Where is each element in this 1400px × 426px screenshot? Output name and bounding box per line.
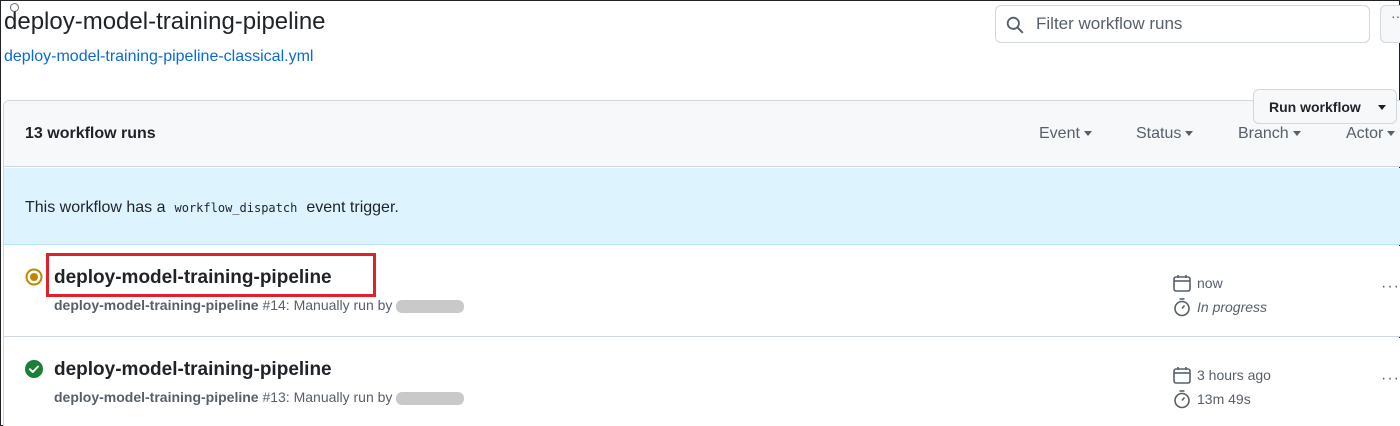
kebab-horizontal-icon: ··· xyxy=(1391,8,1400,24)
filter-runs-search[interactable] xyxy=(995,5,1370,43)
run-description: deploy-model-training-pipeline #13: Manu… xyxy=(54,389,465,405)
redacted-username xyxy=(396,299,465,313)
run-menu-button[interactable]: ··· xyxy=(1381,370,1400,388)
calendar-icon xyxy=(1173,275,1191,292)
workflow-menu-button[interactable]: ··· xyxy=(1380,5,1400,43)
redacted-username xyxy=(396,391,465,405)
workflow-file-link[interactable]: deploy-model-training-pipeline-classical… xyxy=(4,48,313,66)
caret-down-icon xyxy=(1292,131,1301,137)
event-filter-button[interactable]: Event xyxy=(1039,125,1092,143)
run-description: deploy-model-training-pipeline #14: Manu… xyxy=(54,297,465,313)
filter-runs-input[interactable] xyxy=(1036,13,1356,35)
caret-down-icon xyxy=(1083,131,1092,137)
stopwatch-icon xyxy=(1174,298,1190,317)
run-workflow-button[interactable]: Run workflow xyxy=(1253,89,1397,124)
dispatch-banner-text: This workflow has a workflow_dispatch even… xyxy=(25,199,399,216)
dispatch-banner: This workflow has a workflow_dispatch even… xyxy=(4,168,1400,245)
runs-count: 13 workflow runs xyxy=(25,125,156,142)
page-title: deploy-model-training-pipeline xyxy=(4,8,326,35)
workflow-runs-box: 13 workflow runs Event Status Branch Act… xyxy=(3,100,1400,426)
search-icon xyxy=(1006,16,1024,34)
caret-down-icon xyxy=(1185,131,1194,137)
actor-filter-button[interactable]: Actor xyxy=(1346,125,1396,143)
branch-filter-button[interactable]: Branch xyxy=(1238,125,1301,143)
run-title-link[interactable]: deploy-model-training-pipeline xyxy=(54,359,332,381)
runs-header: 13 workflow runs Event Status Branch Act… xyxy=(4,101,1400,167)
highlight-box xyxy=(46,253,376,297)
check-circle-icon xyxy=(25,360,43,378)
run-menu-button[interactable]: ··· xyxy=(1381,278,1400,296)
calendar-icon xyxy=(1173,367,1191,384)
caret-down-icon xyxy=(1387,131,1396,137)
in-progress-icon xyxy=(25,268,43,286)
caret-down-icon xyxy=(1378,105,1386,110)
event-code: workflow_dispatch xyxy=(174,201,298,215)
status-filter-button[interactable]: Status xyxy=(1136,125,1194,143)
run-row[interactable]: deploy-model-training-pipeline deploy-mo… xyxy=(4,338,1400,426)
stopwatch-icon xyxy=(1174,390,1190,409)
